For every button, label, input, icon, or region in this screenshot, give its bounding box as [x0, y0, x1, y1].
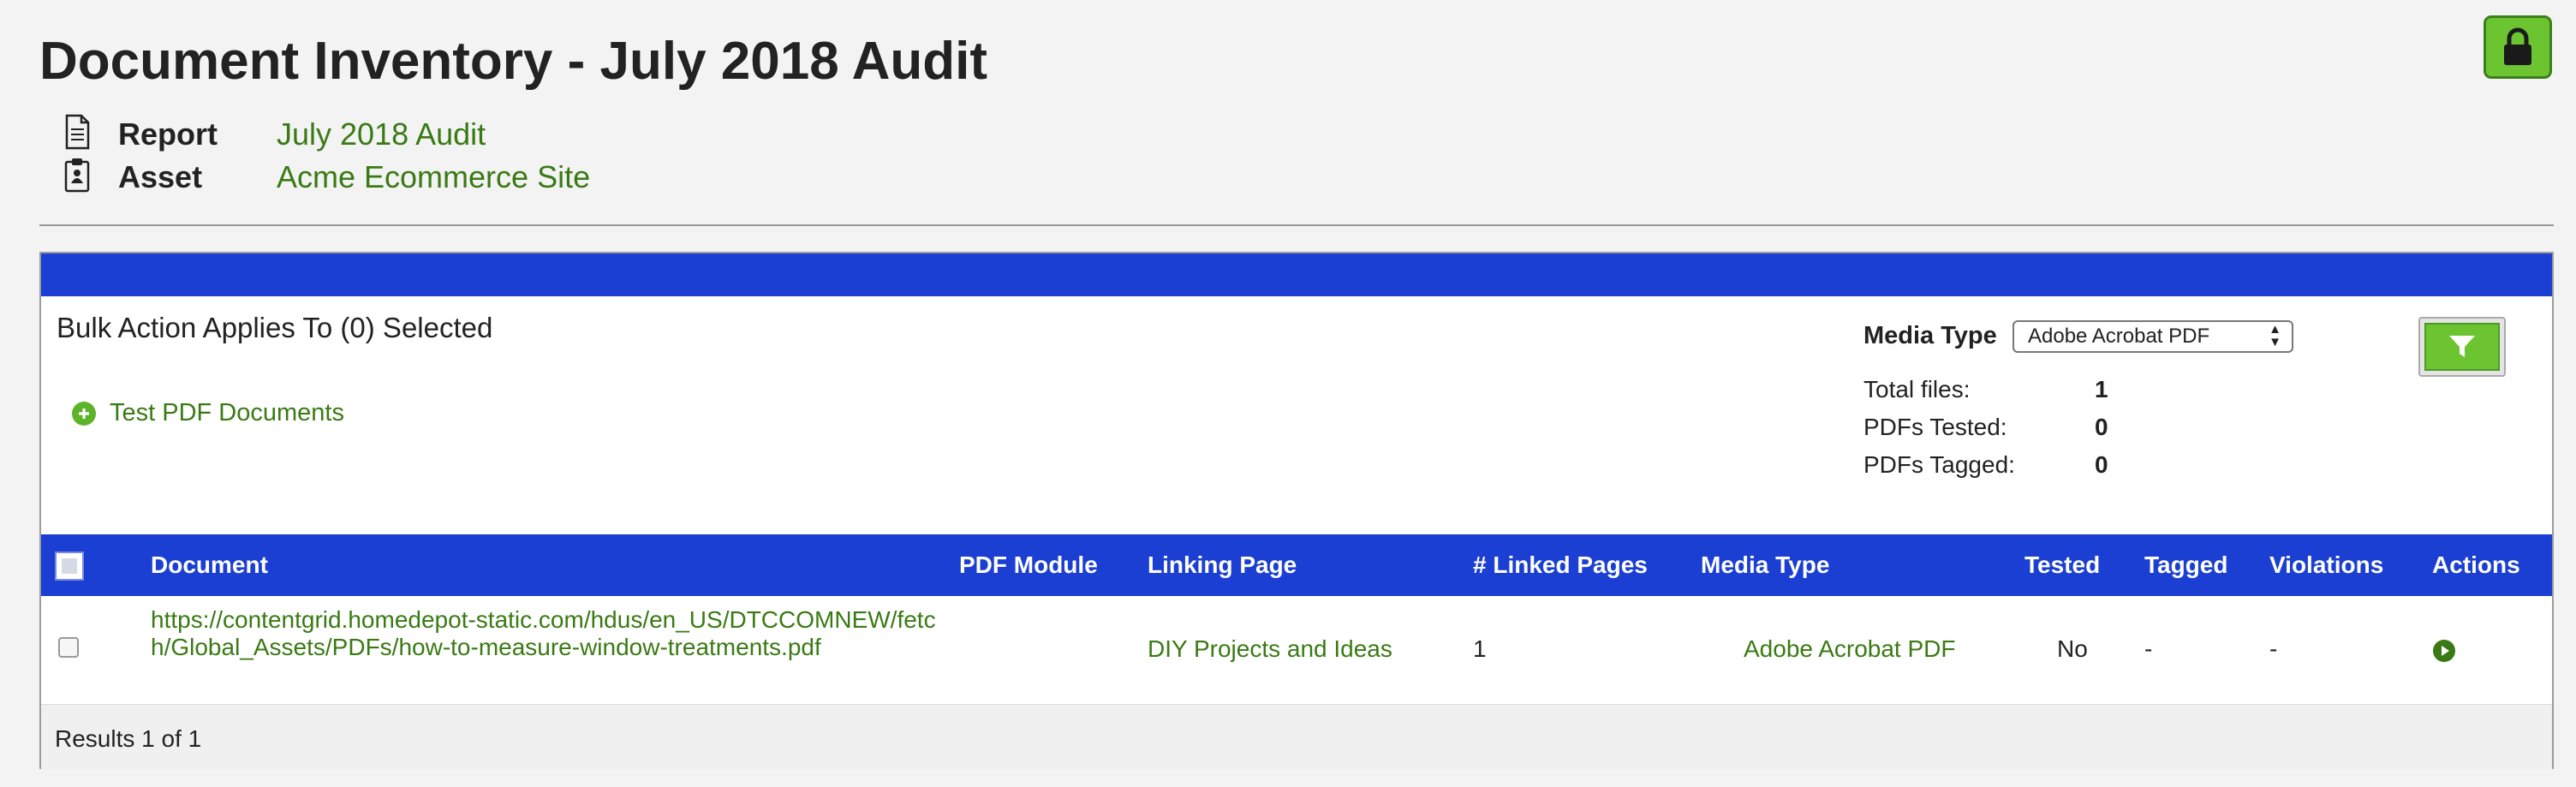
filter-button[interactable] — [2418, 317, 2506, 377]
col-pdf-module[interactable]: PDF Module — [959, 551, 1098, 579]
table-footer: Results 1 of 1 — [41, 704, 2552, 769]
tested-cell: No — [2057, 635, 2088, 662]
media-type-link[interactable]: Adobe Acrobat PDF — [1744, 635, 1955, 663]
linking-page-link[interactable]: DIY Projects and Ideas — [1148, 635, 1392, 663]
media-type-selected: Adobe Acrobat PDF — [2028, 325, 2210, 348]
violations-cell: - — [2269, 635, 2278, 662]
filter-icon — [2449, 336, 2475, 357]
test-pdf-label: Test PDF Documents — [110, 399, 344, 426]
col-tested[interactable]: Tested — [2024, 551, 2100, 579]
play-icon[interactable] — [2432, 639, 2456, 663]
pdfs-tagged-label: PDFs Tagged: — [1863, 451, 2015, 478]
pdfs-tested-label: PDFs Tested: — [1863, 414, 2007, 440]
report-label: Report — [118, 116, 218, 152]
pdfs-tested-value: 0 — [2095, 414, 2108, 440]
table-header: Document PDF Module Linking Page # Linke… — [41, 534, 2552, 596]
linked-pages-cell: 1 — [1473, 635, 1487, 662]
results-count: Results 1 of 1 — [55, 725, 202, 752]
select-all-checkbox[interactable] — [55, 551, 84, 581]
page-title: Document Inventory - July 2018 Audit — [39, 32, 988, 91]
plus-circle-icon — [72, 401, 96, 426]
col-media-type[interactable]: Media Type — [1701, 551, 1829, 579]
bulk-action-text: Bulk Action Applies To (0) Selected — [57, 312, 493, 343]
clipboard-icon — [64, 158, 90, 193]
lock-icon — [2504, 27, 2531, 65]
col-document[interactable]: Document — [151, 551, 268, 579]
asset-link[interactable]: Acme Ecommerce Site — [277, 159, 590, 195]
report-link[interactable]: July 2018 Audit — [277, 116, 486, 152]
filter-button-face — [2424, 323, 2500, 371]
col-linked-pages[interactable]: # Linked Pages — [1473, 551, 1648, 579]
pdfs-tagged-value: 0 — [2095, 451, 2108, 478]
inventory-panel: Bulk Action Applies To (0) Selected Test… — [39, 252, 2554, 769]
col-linking-page[interactable]: Linking Page — [1148, 551, 1297, 579]
lock-button[interactable] — [2484, 15, 2552, 79]
total-files-label: Total files: — [1863, 376, 1971, 402]
tagged-cell: - — [2144, 635, 2153, 662]
document-icon — [65, 114, 90, 150]
select-arrows-icon: ▲ ▼ — [2269, 322, 2281, 349]
asset-label: Asset — [118, 159, 203, 194]
col-tagged[interactable]: Tagged — [2144, 551, 2227, 579]
media-type-select[interactable]: Adobe Acrobat PDF ▲ ▼ — [2012, 320, 2293, 353]
media-type-label: Media Type — [1863, 322, 1997, 349]
test-pdf-documents-button[interactable]: Test PDF Documents — [72, 399, 344, 427]
col-actions: Actions — [2432, 551, 2520, 578]
table-row: https://contentgrid.homedepot-static.com… — [41, 596, 2552, 704]
col-violations[interactable]: Violations — [2269, 551, 2383, 579]
document-link[interactable]: https://contentgrid.homedepot-static.com… — [151, 606, 947, 661]
row-checkbox[interactable] — [58, 637, 79, 658]
total-files-value: 1 — [2095, 376, 2108, 402]
divider — [39, 224, 2554, 226]
panel-header-band — [41, 253, 2552, 296]
